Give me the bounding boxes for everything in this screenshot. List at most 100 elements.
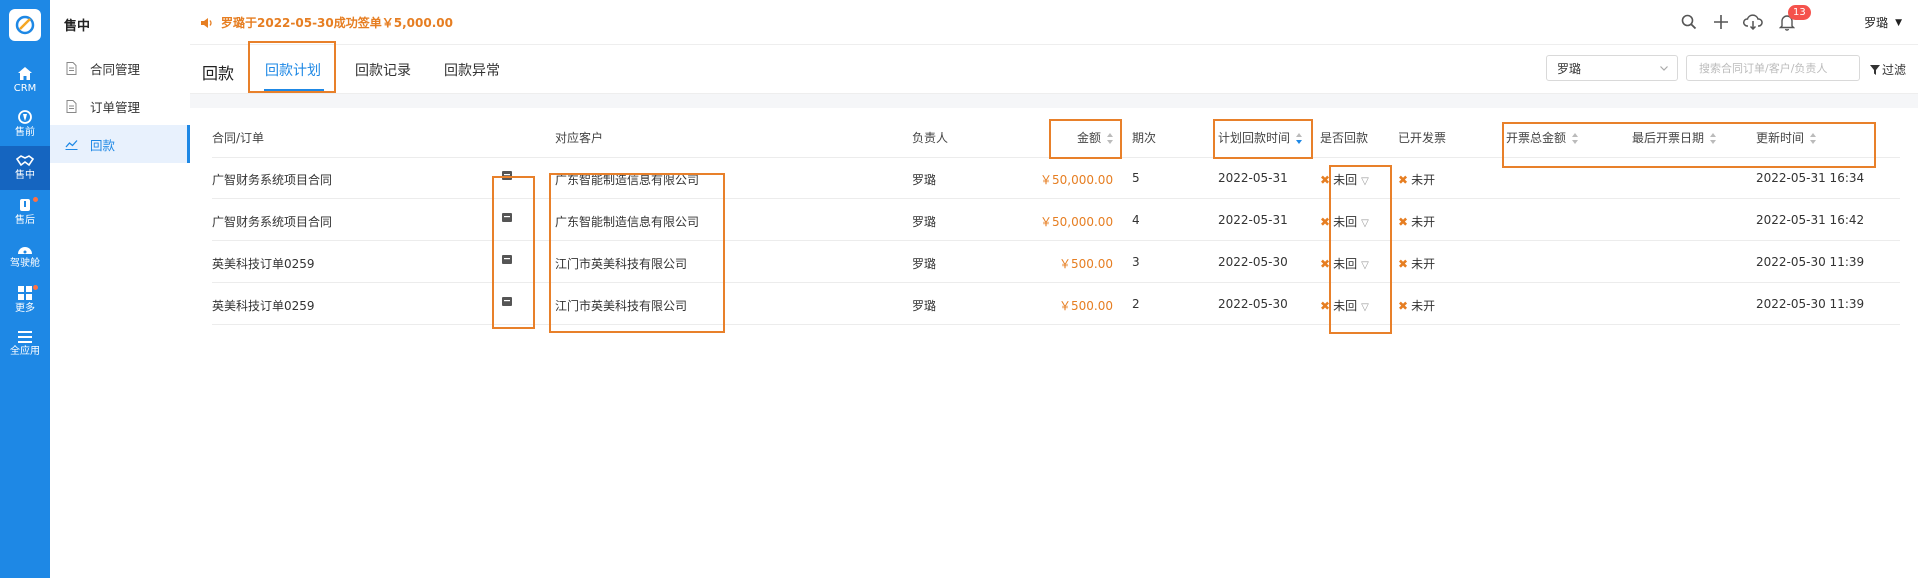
logo-icon: [15, 15, 35, 35]
notice-banner[interactable]: 罗璐于2022-05-30成功签单￥5,000.00: [200, 14, 453, 31]
row-divider: [212, 240, 1900, 241]
plan-date-cell: 2022-05-31: [1218, 213, 1288, 227]
top-bar: 罗璐于2022-05-30成功签单￥5,000.00 13 罗璐 ▼: [190, 0, 1918, 45]
period-cell: 5: [1132, 171, 1140, 185]
divider-strip: [190, 94, 1918, 108]
speaker-icon: [200, 17, 213, 29]
col-period: 期次: [1132, 131, 1157, 145]
page-title: 回款: [202, 64, 235, 83]
plan-date-cell: 2022-05-30: [1218, 255, 1288, 269]
received-select[interactable]: ✖ 未回 ▽: [1320, 255, 1369, 272]
updated-cell: 2022-05-31 16:34: [1756, 171, 1865, 185]
rail-item-aftersale[interactable]: 售后: [0, 190, 50, 234]
home-icon: [18, 66, 32, 80]
sidebar-item-orders[interactable]: 订单管理: [50, 87, 190, 125]
owner-select[interactable]: 罗璐: [1546, 55, 1678, 81]
cloud-download-icon[interactable]: [1742, 11, 1764, 33]
tool-icon: [20, 199, 30, 211]
customer-link[interactable]: 江门市英美科技有限公司: [555, 255, 687, 272]
header-divider: [212, 157, 1900, 158]
col-owner: 负责人: [912, 131, 949, 145]
user-name: 罗璐: [1864, 16, 1889, 30]
pin-icon: [18, 110, 32, 124]
handshake-icon: [16, 155, 34, 167]
app-logo[interactable]: [9, 9, 41, 41]
contract-link[interactable]: 广智财务系统项目合同: [212, 213, 332, 230]
customer-link[interactable]: 江门市英美科技有限公司: [555, 297, 687, 314]
contract-link[interactable]: 英美科技订单0259: [212, 255, 315, 272]
col-invoiced: 已开发票: [1398, 131, 1447, 145]
received-select[interactable]: ✖ 未回 ▽: [1320, 213, 1369, 230]
tabs-bar: 回款 回款计划 回款记录 回款异常 罗璐 过滤: [190, 45, 1918, 94]
received-select[interactable]: ✖ 未回 ▽: [1320, 297, 1369, 314]
col-updated[interactable]: 更新时间: [1756, 129, 1817, 146]
chevron-down-icon: ▽: [1361, 218, 1369, 229]
owner-cell: 罗璐: [912, 215, 937, 229]
tab-payment-records[interactable]: 回款记录: [355, 60, 411, 80]
contract-link[interactable]: 英美科技订单0259: [212, 297, 315, 314]
search-input[interactable]: [1686, 55, 1860, 81]
sidebar-item-payments[interactable]: 回款: [50, 125, 190, 163]
rail-item-crm[interactable]: CRM: [0, 58, 50, 102]
amount-cell: ￥500.00: [1059, 299, 1113, 313]
period-cell: 4: [1132, 213, 1140, 227]
owner-cell: 罗璐: [912, 299, 937, 313]
x-icon: ✖: [1320, 215, 1331, 229]
new-dot: [33, 285, 38, 290]
amount-cell: ￥50,000.00: [1040, 173, 1114, 187]
customer-link[interactable]: 广东智能制造信息有限公司: [555, 213, 699, 230]
period-cell: 3: [1132, 255, 1140, 269]
chevron-down-icon: [1659, 62, 1669, 76]
add-icon[interactable]: [1710, 11, 1732, 33]
attachment-icon[interactable]: [502, 255, 512, 264]
chart-icon: [64, 137, 78, 151]
row-divider: [212, 198, 1900, 199]
user-menu[interactable]: 罗璐 ▼: [1864, 14, 1902, 31]
amount-cell: ￥50,000.00: [1040, 215, 1114, 229]
attachment-icon[interactable]: [502, 213, 512, 222]
filter-button[interactable]: 过滤: [1869, 61, 1906, 78]
document-icon: [64, 99, 78, 113]
x-icon: ✖: [1398, 257, 1409, 271]
invoiced-cell: ✖ 未开: [1398, 215, 1436, 229]
main-content: 回款 回款计划 回款记录 回款异常 罗璐 过滤 合同/订单 对应客户 负责人 金…: [190, 41, 1918, 578]
tab-payment-plan[interactable]: 回款计划: [265, 60, 321, 80]
invoiced-cell: ✖ 未开: [1398, 257, 1436, 271]
attachment-icon[interactable]: [502, 297, 512, 306]
col-last-invoice-date[interactable]: 最后开票日期: [1632, 129, 1717, 146]
tab-payment-exceptions[interactable]: 回款异常: [444, 60, 500, 80]
row-divider: [212, 324, 1900, 325]
col-invoice-total[interactable]: 开票总金额: [1506, 129, 1579, 146]
x-icon: ✖: [1320, 299, 1331, 313]
updated-cell: 2022-05-31 16:42: [1756, 213, 1865, 227]
customer-link[interactable]: 广东智能制造信息有限公司: [555, 171, 699, 188]
updated-cell: 2022-05-30 11:39: [1756, 255, 1865, 269]
sidebar-title: 售中: [64, 19, 91, 34]
caret-down-icon: ▼: [1895, 17, 1902, 28]
owner-cell: 罗璐: [912, 173, 937, 187]
sort-icon: [1572, 133, 1579, 144]
col-amount[interactable]: 金额: [1077, 129, 1114, 146]
sort-icon: [1810, 133, 1817, 144]
x-icon: ✖: [1398, 299, 1409, 313]
search-icon[interactable]: [1678, 11, 1700, 33]
amount-cell: ￥500.00: [1059, 257, 1113, 271]
rail-item-all-apps[interactable]: 全应用: [0, 322, 50, 366]
owner-cell: 罗璐: [912, 257, 937, 271]
contract-link[interactable]: 广智财务系统项目合同: [212, 171, 332, 188]
attachment-icon[interactable]: [502, 171, 512, 180]
invoiced-cell: ✖ 未开: [1398, 299, 1436, 313]
row-divider: [212, 282, 1900, 283]
rail-item-cockpit[interactable]: 驾驶舱: [0, 234, 50, 278]
rail-item-more[interactable]: 更多: [0, 278, 50, 322]
app-rail: CRM 售前 售中 售后 驾驶舱 更多 全应用: [0, 0, 50, 578]
sidebar-item-contracts[interactable]: 合同管理: [50, 49, 190, 87]
updated-cell: 2022-05-30 11:39: [1756, 297, 1865, 311]
col-plan-date[interactable]: 计划回款时间: [1218, 129, 1303, 146]
col-received: 是否回款: [1320, 131, 1369, 145]
received-select[interactable]: ✖ 未回 ▽: [1320, 171, 1369, 188]
rail-item-presale[interactable]: 售前: [0, 102, 50, 146]
x-icon: ✖: [1398, 215, 1409, 229]
rail-item-insale[interactable]: 售中: [0, 146, 50, 190]
bell-icon[interactable]: 13: [1776, 5, 1811, 33]
